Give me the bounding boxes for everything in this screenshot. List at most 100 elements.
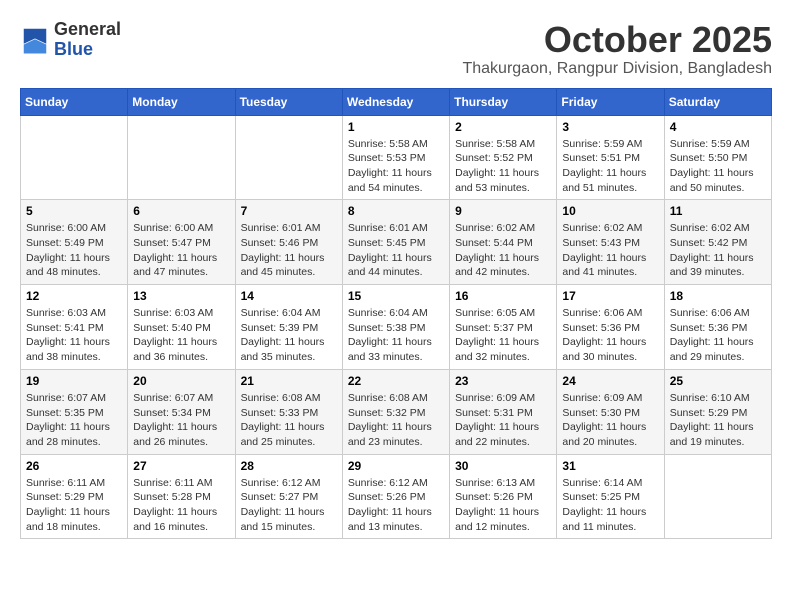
day-info: Sunrise: 6:08 AMSunset: 5:33 PMDaylight:… [241,391,337,450]
calendar-cell: 3 Sunrise: 5:59 AMSunset: 5:51 PMDaylight… [557,115,664,200]
logo-text: General Blue [54,20,121,60]
day-number: 14 [241,289,337,303]
calendar-week-3: 12 Sunrise: 6:03 AMSunset: 5:41 PMDayligh… [21,285,772,370]
day-info: Sunrise: 6:03 AMSunset: 5:40 PMDaylight:… [133,306,229,365]
day-info: Sunrise: 5:59 AMSunset: 5:50 PMDaylight:… [670,137,766,196]
day-number: 3 [562,120,658,134]
location-title: Thakurgaon, Rangpur Division, Bangladesh [462,60,772,78]
day-info: Sunrise: 6:02 AMSunset: 5:42 PMDaylight:… [670,221,766,280]
calendar-cell: 31 Sunrise: 6:14 AMSunset: 5:25 PMDayligh… [557,454,664,539]
weekday-header-monday: Monday [128,88,235,115]
day-number: 12 [26,289,122,303]
calendar-cell: 21 Sunrise: 6:08 AMSunset: 5:33 PMDayligh… [235,369,342,454]
calendar-cell: 13 Sunrise: 6:03 AMSunset: 5:40 PMDayligh… [128,285,235,370]
day-info: Sunrise: 6:07 AMSunset: 5:35 PMDaylight:… [26,391,122,450]
calendar-cell: 18 Sunrise: 6:06 AMSunset: 5:36 PMDayligh… [664,285,771,370]
day-info: Sunrise: 6:11 AMSunset: 5:29 PMDaylight:… [26,476,122,535]
day-number: 13 [133,289,229,303]
day-number: 30 [455,459,551,473]
day-info: Sunrise: 6:09 AMSunset: 5:30 PMDaylight:… [562,391,658,450]
calendar-cell [21,115,128,200]
day-info: Sunrise: 6:12 AMSunset: 5:26 PMDaylight:… [348,476,444,535]
calendar-cell: 10Sunrise: 6:02 AMSunset: 5:43 PMDayligh… [557,200,664,285]
day-info: Sunrise: 6:09 AMSunset: 5:31 PMDaylight:… [455,391,551,450]
day-number: 26 [26,459,122,473]
title-block: October 2025 Thakurgaon, Rangpur Divisio… [462,20,772,78]
day-info: Sunrise: 5:58 AMSunset: 5:53 PMDaylight:… [348,137,444,196]
calendar-cell: 14Sunrise: 6:04 AMSunset: 5:39 PMDayligh… [235,285,342,370]
month-title: October 2025 [462,20,772,60]
logo-icon [20,25,50,55]
calendar-cell: 2 Sunrise: 5:58 AMSunset: 5:52 PMDaylight… [450,115,557,200]
day-number: 10 [562,204,658,218]
logo: General Blue [20,20,121,60]
day-info: Sunrise: 6:11 AMSunset: 5:28 PMDaylight:… [133,476,229,535]
weekday-header-tuesday: Tuesday [235,88,342,115]
day-number: 22 [348,374,444,388]
day-number: 2 [455,120,551,134]
day-number: 4 [670,120,766,134]
calendar-cell: 19 Sunrise: 6:07 AMSunset: 5:35 PMDayligh… [21,369,128,454]
logo-blue: Blue [54,40,121,60]
calendar-cell: 23 Sunrise: 6:09 AMSunset: 5:31 PMDayligh… [450,369,557,454]
day-info: Sunrise: 6:01 AMSunset: 5:46 PMDaylight:… [241,221,337,280]
calendar-week-4: 19 Sunrise: 6:07 AMSunset: 5:35 PMDayligh… [21,369,772,454]
day-number: 9 [455,204,551,218]
weekday-header-wednesday: Wednesday [342,88,449,115]
calendar-cell: 20 Sunrise: 6:07 AMSunset: 5:34 PMDayligh… [128,369,235,454]
day-number: 24 [562,374,658,388]
day-info: Sunrise: 6:00 AMSunset: 5:47 PMDaylight:… [133,221,229,280]
calendar-cell: 30 Sunrise: 6:13 AMSunset: 5:26 PMDayligh… [450,454,557,539]
day-info: Sunrise: 6:03 AMSunset: 5:41 PMDaylight:… [26,306,122,365]
calendar-cell: 5 Sunrise: 6:00 AMSunset: 5:49 PMDaylight… [21,200,128,285]
calendar-week-5: 26 Sunrise: 6:11 AMSunset: 5:29 PMDayligh… [21,454,772,539]
weekday-header-sunday: Sunday [21,88,128,115]
day-info: Sunrise: 5:59 AMSunset: 5:51 PMDaylight:… [562,137,658,196]
calendar-cell: 26 Sunrise: 6:11 AMSunset: 5:29 PMDayligh… [21,454,128,539]
calendar-cell [664,454,771,539]
day-number: 21 [241,374,337,388]
day-number: 1 [348,120,444,134]
calendar-cell: 24 Sunrise: 6:09 AMSunset: 5:30 PMDayligh… [557,369,664,454]
page-header: General Blue October 2025 Thakurgaon, Ra… [20,20,772,78]
day-number: 31 [562,459,658,473]
day-number: 7 [241,204,337,218]
calendar-cell: 17Sunrise: 6:06 AMSunset: 5:36 PMDayligh… [557,285,664,370]
logo-general: General [54,20,121,40]
day-number: 20 [133,374,229,388]
calendar-cell: 15 Sunrise: 6:04 AMSunset: 5:38 PMDayligh… [342,285,449,370]
day-number: 11 [670,204,766,218]
day-info: Sunrise: 6:10 AMSunset: 5:29 PMDaylight:… [670,391,766,450]
calendar-cell: 22 Sunrise: 6:08 AMSunset: 5:32 PMDayligh… [342,369,449,454]
calendar-cell: 6Sunrise: 6:00 AMSunset: 5:47 PMDaylight… [128,200,235,285]
day-number: 15 [348,289,444,303]
day-info: Sunrise: 6:04 AMSunset: 5:38 PMDaylight:… [348,306,444,365]
calendar-cell: 4 Sunrise: 5:59 AMSunset: 5:50 PMDaylight… [664,115,771,200]
weekday-header-saturday: Saturday [664,88,771,115]
weekday-header-friday: Friday [557,88,664,115]
day-info: Sunrise: 6:02 AMSunset: 5:44 PMDaylight:… [455,221,551,280]
day-info: Sunrise: 6:00 AMSunset: 5:49 PMDaylight:… [26,221,122,280]
day-info: Sunrise: 6:01 AMSunset: 5:45 PMDaylight:… [348,221,444,280]
day-info: Sunrise: 6:07 AMSunset: 5:34 PMDaylight:… [133,391,229,450]
day-number: 5 [26,204,122,218]
day-number: 25 [670,374,766,388]
day-number: 23 [455,374,551,388]
day-info: Sunrise: 6:06 AMSunset: 5:36 PMDaylight:… [670,306,766,365]
calendar-cell [128,115,235,200]
day-info: Sunrise: 6:05 AMSunset: 5:37 PMDaylight:… [455,306,551,365]
day-number: 29 [348,459,444,473]
day-number: 8 [348,204,444,218]
day-number: 18 [670,289,766,303]
calendar-cell: 25 Sunrise: 6:10 AMSunset: 5:29 PMDayligh… [664,369,771,454]
day-info: Sunrise: 6:08 AMSunset: 5:32 PMDaylight:… [348,391,444,450]
day-info: Sunrise: 5:58 AMSunset: 5:52 PMDaylight:… [455,137,551,196]
calendar-week-2: 5 Sunrise: 6:00 AMSunset: 5:49 PMDaylight… [21,200,772,285]
day-number: 19 [26,374,122,388]
day-number: 28 [241,459,337,473]
day-info: Sunrise: 6:13 AMSunset: 5:26 PMDaylight:… [455,476,551,535]
day-info: Sunrise: 6:14 AMSunset: 5:25 PMDaylight:… [562,476,658,535]
day-number: 17 [562,289,658,303]
weekday-header-row: SundayMondayTuesdayWednesdayThursdayFrid… [21,88,772,115]
calendar-cell: 29 Sunrise: 6:12 AMSunset: 5:26 PMDayligh… [342,454,449,539]
